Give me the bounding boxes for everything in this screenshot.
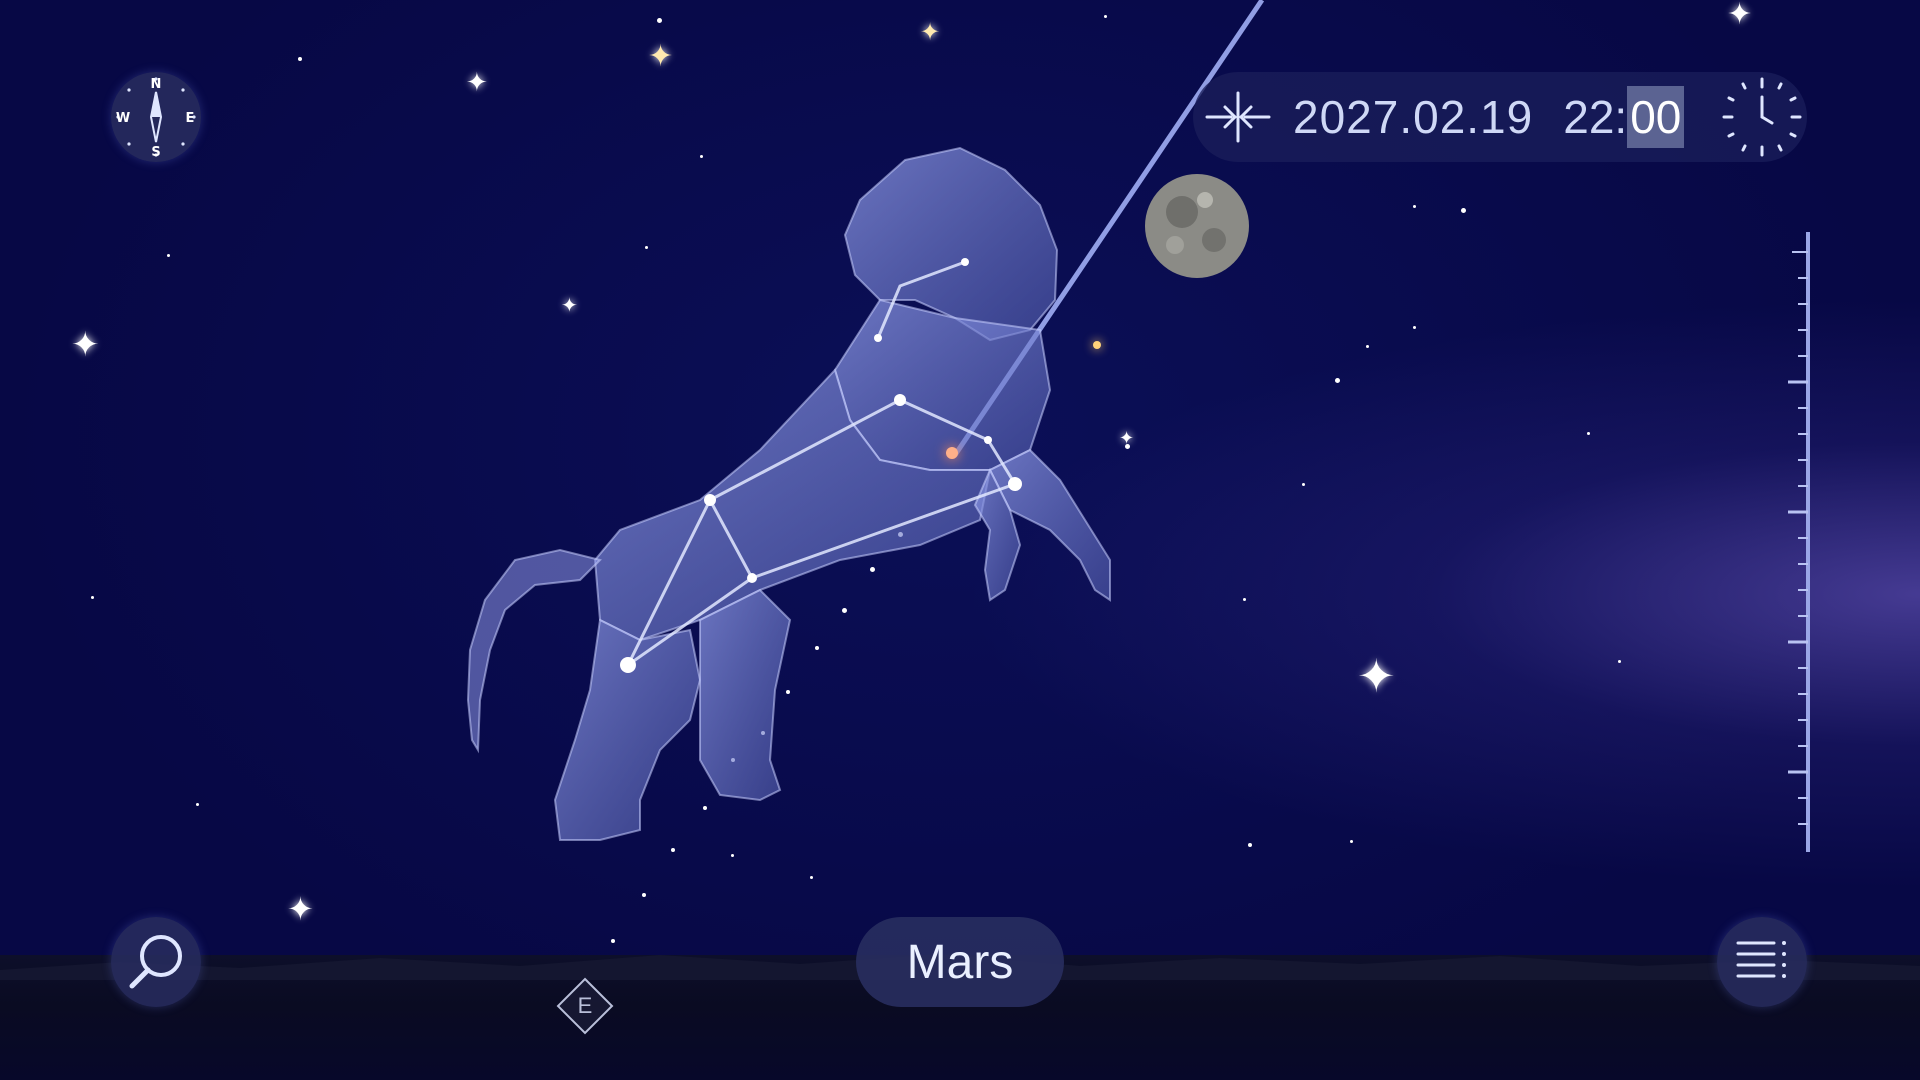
compass-west-label: W	[116, 111, 130, 126]
compass-north-label: N	[151, 77, 162, 92]
search-icon	[129, 935, 182, 989]
menu-button[interactable]	[1717, 917, 1807, 1007]
center-view-button[interactable]	[1193, 72, 1283, 162]
compass-button[interactable]: N E S W	[111, 72, 201, 162]
lion-figure	[466, 146, 1111, 841]
center-view-icon	[1205, 91, 1271, 143]
search-button[interactable]	[111, 917, 201, 1007]
menu-icon	[1736, 941, 1786, 978]
mars-planet[interactable]	[946, 447, 958, 459]
compass-east-label: E	[186, 111, 195, 126]
minute-value-selected[interactable]: 00	[1627, 86, 1685, 148]
clock-icon	[1722, 77, 1802, 157]
moon[interactable]	[1145, 174, 1249, 278]
direction-label: E	[577, 993, 593, 1018]
compass-south-label: S	[151, 145, 160, 160]
selected-object-label[interactable]: Mars	[856, 917, 1064, 1007]
hour-value[interactable]: 22:	[1563, 90, 1627, 144]
direction-marker-east[interactable]: E	[556, 977, 614, 1035]
date-value[interactable]: 2027.02.19	[1293, 90, 1533, 144]
datetime-bar: 2027.02.19 22: 00	[1193, 72, 1807, 162]
clock-button[interactable]	[1717, 72, 1807, 162]
time-scale-slider[interactable]	[1784, 232, 1814, 852]
compass-icon: N E S W	[116, 77, 196, 160]
